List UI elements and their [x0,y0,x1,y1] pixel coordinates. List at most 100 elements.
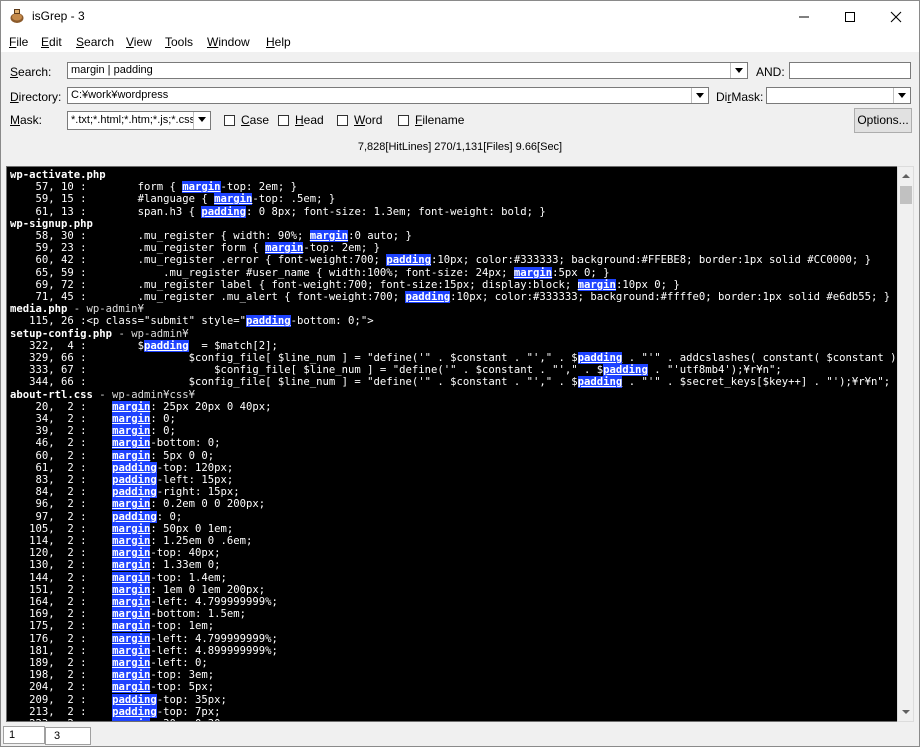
tab-3[interactable]: 3 [45,727,91,745]
result-hit-line[interactable]: 144, 2 : margin-top: 1.4em; [10,571,227,584]
close-button[interactable] [873,1,919,32]
mask-input[interactable]: *.txt;*.html;*.htm;*.js;*.css [71,114,195,126]
directory-dropdown-arrow-icon[interactable] [691,88,708,103]
head-label[interactable]: Head [295,113,324,127]
match-highlight: margin [112,596,151,608]
result-hit-line[interactable]: 213, 2 : padding-top: 7px; [10,705,221,718]
menu-window[interactable]: Window [207,35,250,49]
result-hit-line[interactable]: 209, 2 : padding-top: 35px; [10,693,227,706]
result-hit-line[interactable]: 57, 10 : form { margin-top: 2em; } [10,181,297,194]
result-hit-line[interactable]: 175, 2 : margin-top: 1em; [10,620,215,633]
menu-file[interactable]: File [9,35,28,49]
directory-combobox[interactable]: C:¥work¥wordpress [67,87,709,104]
directory-input[interactable]: C:¥work¥wordpress [71,89,168,101]
result-line-number: 329, 66 : [10,352,87,364]
menu-view[interactable]: View [126,35,152,49]
result-file-header[interactable]: media.php - wp-admin¥ [10,303,144,315]
scrollbar-thumb[interactable] [900,186,912,204]
result-hit-line[interactable]: 60, 42 : .mu_register .error { font-weig… [10,254,871,267]
case-label[interactable]: Case [241,113,269,127]
result-hit-line[interactable]: 61, 2 : padding-top: 120px; [10,461,233,474]
result-text [87,535,113,547]
dirmask-dropdown-arrow-icon[interactable] [893,88,910,103]
result-hit-line[interactable]: 329, 66 : $config_file[ $line_num ] = "d… [10,352,897,364]
scroll-down-arrow-icon[interactable] [898,704,913,720]
and-input[interactable] [789,62,911,79]
match-highlight: padding [112,474,157,486]
result-text [87,425,113,437]
search-dropdown-arrow-icon[interactable] [730,63,747,78]
case-checkbox[interactable] [224,115,235,126]
result-hit-line[interactable]: 198, 2 : margin-top: 3em; [10,669,214,682]
result-hit-line[interactable]: 83, 2 : padding-left: 15px; [10,474,233,486]
filename-checkbox[interactable] [398,115,409,126]
result-hit-line[interactable]: 181, 2 : margin-left: 4.899999999%; [10,644,278,657]
result-hit-line[interactable]: 84, 2 : padding-right: 15px; [10,486,240,499]
mask-dropdown-arrow-icon[interactable] [193,112,210,129]
result-hit-line[interactable]: 97, 2 : padding: 0; [10,510,182,523]
word-checkbox[interactable] [337,115,348,126]
menu-tools[interactable]: Tools [165,35,193,49]
maximize-button[interactable] [827,1,873,32]
result-hit-line[interactable]: 333, 67 : $config_file[ $line_num ] = "d… [10,364,782,377]
result-file-header[interactable]: about-rtl.css - wp-admin¥css¥ [10,389,195,401]
result-hit-line[interactable]: 65, 59 : .mu_register #user_name { width… [10,266,610,279]
result-hit-line[interactable]: 344, 66 : $config_file[ $line_num ] = "d… [10,376,890,389]
result-hit-line[interactable]: 204, 2 : margin-top: 5px; [10,681,214,694]
result-text: -top: 1em; [150,620,215,633]
search-input[interactable]: margin | padding [71,64,153,76]
results-scrollbar[interactable] [897,166,914,722]
result-hit-line[interactable]: 114, 2 : margin: 1.25em 0 .6em; [10,535,252,547]
result-hit-line[interactable]: 39, 2 : margin: 0; [10,425,176,438]
head-checkbox[interactable] [278,115,289,126]
result-hit-line[interactable]: 120, 2 : margin-top: 40px; [10,547,221,560]
result-hit-line[interactable]: 151, 2 : margin: 1em 0 1em 200px; [10,583,265,596]
result-hit-line[interactable]: 46, 2 : margin-bottom: 0; [10,437,221,450]
result-line-number: 59, 15 : [10,193,87,206]
result-hit-line[interactable]: 176, 2 : margin-left: 4.799999999%; [10,632,278,645]
result-hit-line[interactable]: 96, 2 : margin: 0.2em 0 0 200px; [10,498,265,511]
mask-combobox[interactable]: *.txt;*.html;*.htm;*.js;*.css [67,111,211,130]
title-bar[interactable]: isGrep - 3 [1,1,919,32]
result-hit-line[interactable]: 60, 2 : margin: 5px 0 0; [10,449,214,462]
tab-1[interactable]: 1 [3,726,45,744]
filename-label[interactable]: Filename [415,113,464,127]
match-highlight: padding [112,693,157,706]
result-hit-line[interactable]: 105, 2 : margin: 50px 0 1em; [10,522,233,535]
options-button[interactable]: Options... [854,108,912,133]
result-hit-line[interactable]: 130, 2 : margin: 1.33em 0; [10,559,221,572]
result-file-name: media.php [10,303,68,316]
close-icon [890,11,902,23]
minimize-button[interactable] [781,1,827,32]
match-highlight: margin [112,437,151,450]
result-file-header[interactable]: setup-config.php - wp-admin¥ [10,328,189,340]
result-hit-line[interactable]: 20, 2 : margin: 25px 20px 0 40px; [10,400,272,413]
result-hit-line[interactable]: 189, 2 : margin-left: 0; [10,657,208,669]
result-hit-line[interactable]: 69, 72 : .mu_register label { font-weigh… [10,278,680,291]
result-hit-line[interactable]: 34, 2 : margin: 0; [10,413,176,425]
result-file-header[interactable]: wp-activate.php [10,169,106,181]
word-label[interactable]: Word [354,113,382,127]
search-combobox[interactable]: margin | padding [67,62,748,79]
result-hit-line[interactable]: 71, 45 : .mu_register .mu_alert { font-w… [10,291,890,303]
menu-edit[interactable]: Edit [41,35,62,49]
result-line-number: 60, 2 : [10,449,87,462]
result-file-header[interactable]: wp-signup.php [10,218,93,230]
dirmask-combobox[interactable] [766,87,911,104]
menu-search[interactable]: Search [76,35,114,49]
result-hit-line[interactable]: 169, 2 : margin-bottom: 1.5em; [10,608,246,621]
result-hit-line[interactable]: 164, 2 : margin-left: 4.799999999%; [10,596,278,608]
result-hit-line[interactable]: 58, 30 : .mu_register { width: 90%; marg… [10,230,412,242]
result-hit-line[interactable]: 115, 26 :<p class="submit" style="paddin… [10,315,374,328]
result-line-number: 39, 2 : [10,425,87,438]
result-hit-line[interactable]: 59, 23 : .mu_register form { margin-top:… [10,242,380,255]
scroll-up-arrow-icon[interactable] [898,168,913,184]
result-hit-line[interactable]: 59, 15 : #language { margin-top: .5em; } [10,193,335,206]
result-hit-line[interactable]: 322, 4 : $padding = $match[2]; [10,339,278,352]
menu-help[interactable]: Help [266,35,291,49]
result-text: . "'" . addcslashes( constant( $constant… [628,352,897,364]
result-text [87,718,113,721]
results-pane[interactable]: wp-activate.php 57, 10 : form { margin-t… [6,166,897,722]
result-hit-line[interactable]: 223, 2 : margin: 30px 0 30px; [10,718,240,721]
result-hit-line[interactable]: 61, 13 : span.h3 { padding: 0 8px; font-… [10,205,546,218]
